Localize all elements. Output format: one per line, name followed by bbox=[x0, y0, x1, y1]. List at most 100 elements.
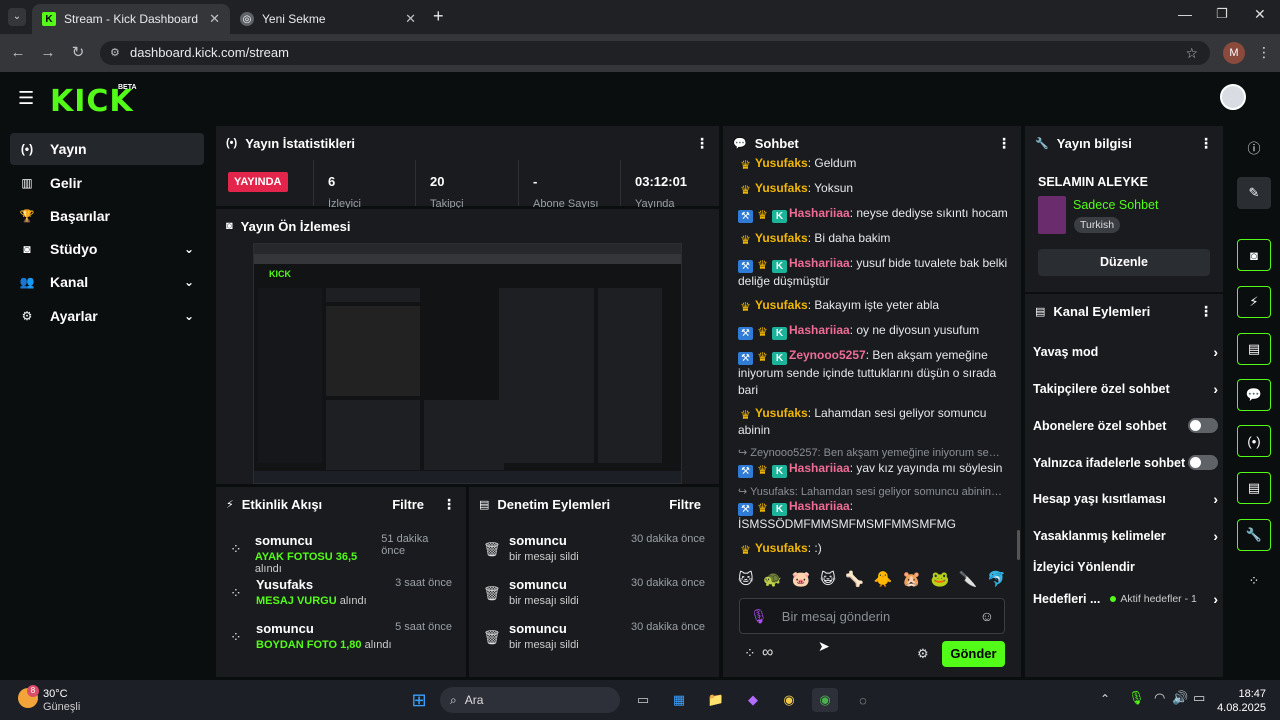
activity-item[interactable]: ⁘ Yusufaks MESAJ VURGU alındı 3 saat önc… bbox=[230, 577, 452, 621]
chrome-profile-icon[interactable]: ◉ bbox=[812, 688, 838, 712]
more-options-icon[interactable]: ⋮ bbox=[442, 496, 456, 513]
weather-temp[interactable]: 30°C bbox=[43, 688, 68, 700]
chat-settings-icon[interactable]: ⚙ bbox=[917, 646, 929, 662]
filter-button[interactable]: Filtre bbox=[392, 497, 424, 512]
emote-icon[interactable]: 🐬 bbox=[987, 570, 1006, 592]
sidebar-item-ayarlar[interactable]: ⚙ Ayarlar ⌄ bbox=[10, 300, 204, 332]
chat-username[interactable]: Zeynooo5257 bbox=[789, 348, 866, 362]
emote-icon[interactable]: 🔪 bbox=[959, 570, 978, 592]
microphone-icon[interactable]: 🎙 bbox=[1128, 690, 1145, 706]
emoji-picker-icon[interactable]: ☺ bbox=[980, 608, 994, 624]
close-tab-icon[interactable]: ✕ bbox=[405, 11, 416, 27]
sidebar-item-gelir[interactable]: ▥ Gelir bbox=[10, 167, 204, 199]
more-options-icon[interactable]: ⋮ bbox=[1199, 303, 1213, 320]
microphone-icon[interactable]: 🎙 bbox=[750, 608, 768, 625]
chat-message[interactable]: ♛ Yusufaks: Bakayım işte yeter abla bbox=[738, 297, 1008, 314]
kick-points-icon[interactable]: ⁘ bbox=[744, 645, 756, 662]
followers-only-item[interactable]: Takipçilere özel sohbet › bbox=[1033, 381, 1218, 397]
chat-message[interactable]: ♛ Yusufaks: Bi daha bakim bbox=[738, 230, 1008, 247]
chat-username[interactable]: Hashariiaa bbox=[789, 206, 850, 220]
back-button[interactable]: ← bbox=[8, 43, 28, 63]
reply-reference[interactable]: ↪ Yusufaks: Lahamdan sesi geliyor somunc… bbox=[738, 485, 1003, 498]
emote-icon[interactable]: 🐷 bbox=[792, 570, 811, 592]
emote-only-toggle[interactable] bbox=[1188, 455, 1218, 470]
sidebar-item-yayin[interactable]: (•) Yayın bbox=[10, 133, 204, 165]
document-icon[interactable]: ▤ bbox=[1237, 333, 1271, 365]
kick-points-icon[interactable]: ⁘ bbox=[1237, 565, 1271, 597]
sidebar-item-basarilar[interactable]: 🏆 Başarılar bbox=[10, 200, 204, 232]
broadcast-icon[interactable]: (•) bbox=[1237, 425, 1271, 457]
chat-username[interactable]: Hashariiaa bbox=[789, 323, 850, 337]
goals-item[interactable]: Hedefleri ... Aktif hedefler - 1 › bbox=[1033, 591, 1218, 607]
chat-message[interactable]: ♛ Yusufaks: Geldum bbox=[738, 155, 1008, 172]
info-icon[interactable]: ⓘ bbox=[1237, 131, 1271, 163]
emote-icon[interactable]: 🐢 bbox=[763, 570, 782, 592]
sidebar-item-kanal[interactable]: 👥 Kanal ⌄ bbox=[10, 266, 204, 298]
clock-date[interactable]: 4.08.2025 bbox=[1212, 702, 1266, 714]
maximize-button[interactable]: ❐ bbox=[1216, 6, 1228, 22]
subscribers-only-toggle[interactable] bbox=[1188, 418, 1218, 433]
user-avatar[interactable] bbox=[1220, 84, 1246, 110]
tray-chevron-icon[interactable]: ⌃ bbox=[1100, 692, 1110, 706]
volume-icon[interactable]: 🔊 bbox=[1172, 690, 1188, 706]
chat-message[interactable]: ♛ Yusufaks: :) bbox=[738, 540, 1008, 557]
infinity-icon[interactable]: ∞ bbox=[762, 644, 773, 662]
tab-new-tab[interactable]: ◎ Yeni Sekme ✕ bbox=[230, 4, 426, 34]
chat-username[interactable]: Yusufaks bbox=[755, 541, 808, 555]
tab-kick-dashboard[interactable]: K Stream - Kick Dashboard ✕ bbox=[32, 4, 230, 34]
chat-username[interactable]: Yusufaks bbox=[755, 231, 808, 245]
moderation-item[interactable]: 🗑 somuncu bir mesajı sildi 30 dakika önc… bbox=[483, 577, 705, 621]
forward-button[interactable]: → bbox=[38, 43, 58, 63]
moderation-item[interactable]: 🗑 somuncu bir mesajı sildi 30 dakika önc… bbox=[483, 533, 705, 577]
more-options-icon[interactable]: ⋮ bbox=[1199, 135, 1213, 152]
send-button[interactable]: Gönder bbox=[942, 641, 1005, 667]
browser-menu-icon[interactable]: ⋮ bbox=[1257, 44, 1271, 61]
sidebar-item-studyo[interactable]: ◙ Stüdyo ⌄ bbox=[10, 233, 204, 265]
bolt-icon[interactable]: ⚡ bbox=[1237, 286, 1271, 318]
chat-message[interactable]: ♛ Yusufaks: Yoksun bbox=[738, 180, 1008, 197]
task-view-icon[interactable]: ▭ bbox=[630, 688, 656, 712]
emote-icon[interactable]: 🐸 bbox=[931, 570, 950, 592]
edit-pencil-icon[interactable]: ✎ bbox=[1237, 177, 1271, 209]
reply-reference[interactable]: ↪ Zeynooo5257: Ben akşam yemeğine iniyor… bbox=[738, 446, 1003, 459]
copilot-icon[interactable]: ◆ bbox=[740, 688, 766, 712]
chat-username[interactable]: Hashariiaa bbox=[789, 499, 850, 513]
subscribers-only-item[interactable]: Abonelere özel sohbet bbox=[1033, 418, 1218, 433]
emote-icon[interactable]: 🦴 bbox=[845, 570, 864, 592]
emote-icon[interactable]: 😺 bbox=[820, 570, 836, 592]
minimize-button[interactable]: — bbox=[1178, 6, 1192, 22]
close-tab-icon[interactable]: ✕ bbox=[209, 11, 220, 27]
file-explorer-icon[interactable]: 📁 bbox=[703, 688, 729, 712]
chat-scrollbar[interactable] bbox=[1017, 530, 1020, 560]
site-info-icon[interactable]: ⚙ bbox=[110, 41, 120, 65]
chat-username[interactable]: Yusufaks bbox=[755, 298, 808, 312]
chat-message[interactable]: ⚒ ♛ K Zeynooo5257: Ben akşam yemeğine iniyo… bbox=[738, 347, 1008, 399]
category-name[interactable]: Sadece Sohbet bbox=[1073, 198, 1159, 212]
wrench-icon[interactable]: 🔧 bbox=[1237, 519, 1271, 551]
chat-username[interactable]: Hashariiaa bbox=[789, 461, 850, 475]
chat-message[interactable]: ⚒ ♛ K Hashariiaa: oy ne diyosun yusufum bbox=[738, 322, 1008, 340]
banned-words-item[interactable]: Yasaklanmış kelimeler › bbox=[1033, 528, 1218, 544]
windows-start-icon[interactable]: ⊞ bbox=[406, 688, 432, 712]
channel-icon[interactable]: ▤ bbox=[1237, 472, 1271, 504]
emote-icon[interactable]: 🐱 bbox=[738, 570, 754, 592]
new-tab-button[interactable]: + bbox=[433, 6, 444, 27]
chrome-icon[interactable]: ◉ bbox=[776, 688, 802, 712]
app-icon[interactable]: ◌ bbox=[850, 688, 876, 712]
category-thumbnail[interactable] bbox=[1038, 196, 1066, 234]
emote-icon[interactable]: 🐥 bbox=[874, 570, 893, 592]
chat-username[interactable]: Yusufaks bbox=[755, 181, 808, 195]
chat-message[interactable]: ⚒ ♛ K Hashariiaa: yav kız yayında mı söyles… bbox=[738, 460, 1008, 478]
chat-message[interactable]: ⚒ ♛ K Hashariiaa: neyse dediyse sıkıntı hoc… bbox=[738, 205, 1008, 223]
reload-button[interactable]: ↻ bbox=[68, 43, 88, 63]
url-bar[interactable]: ⚙ dashboard.kick.com/stream ☆ bbox=[100, 41, 1210, 65]
chat-bubble-icon[interactable]: 💬 bbox=[1237, 379, 1271, 411]
filter-button[interactable]: Filtre bbox=[669, 497, 701, 512]
tab-list-button[interactable]: ⌄ bbox=[8, 8, 26, 26]
emote-icon[interactable]: 🐹 bbox=[902, 570, 921, 592]
chat-username[interactable]: Yusufaks bbox=[755, 406, 808, 420]
more-options-icon[interactable]: ⋮ bbox=[695, 135, 709, 152]
chat-message[interactable]: ⚒ ♛ K Hashariiaa: İSMSSÖDMFMMSMFMSMFMMSMFMG bbox=[738, 498, 1008, 533]
chat-input[interactable]: 🎙 Bir mesaj gönderin ☺ bbox=[739, 598, 1005, 634]
chat-message[interactable]: ⚒ ♛ K Hashariiaa: yusuf bide tuvalete bak b… bbox=[738, 255, 1008, 290]
